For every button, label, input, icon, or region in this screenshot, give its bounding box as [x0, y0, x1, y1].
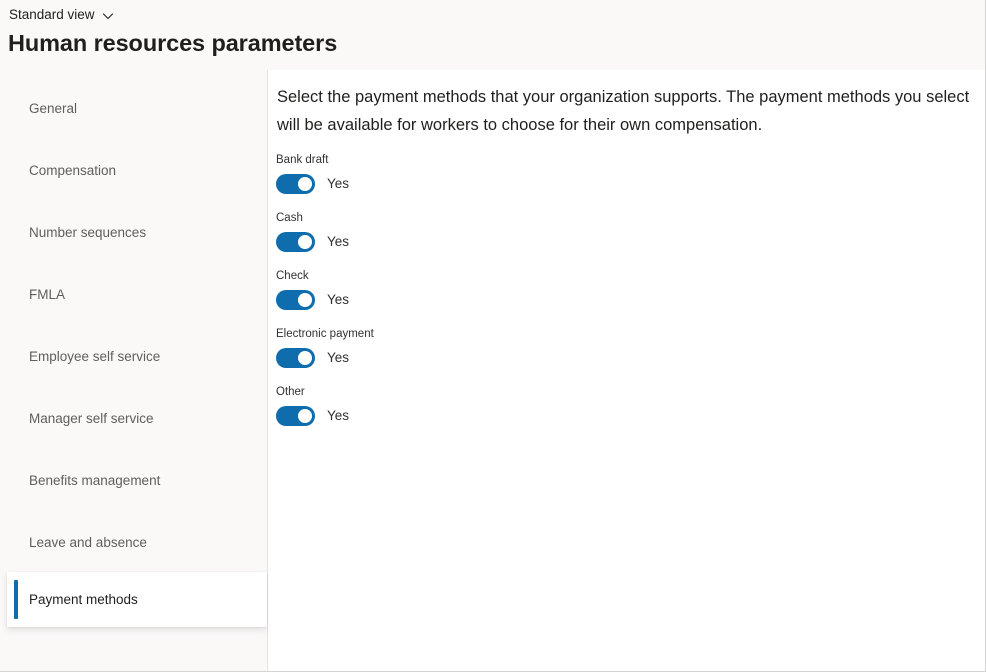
check-toggle[interactable] [276, 290, 315, 310]
sidebar-item-label: FMLA [29, 286, 66, 302]
sidebar-item-manager-self-service[interactable]: Manager self service [0, 391, 267, 446]
toggle-row: Yes [276, 173, 966, 195]
toggle-row: Yes [276, 405, 966, 427]
toggle-knob [298, 351, 312, 365]
toggle-value: Yes [327, 234, 350, 249]
electronic-payment-toggle[interactable] [276, 348, 315, 368]
field-check: Check Yes [276, 269, 966, 311]
toggle-row: Yes [276, 289, 966, 311]
sidebar-item-fmla[interactable]: FMLA [0, 267, 267, 322]
bank-draft-toggle[interactable] [276, 174, 315, 194]
sidebar-item-label: Employee self service [29, 348, 161, 364]
content-panel: Select the payment methods that your org… [268, 70, 985, 671]
toggle-row: Yes [276, 231, 966, 253]
field-bank-draft: Bank draft Yes [276, 153, 966, 195]
sidebar-item-benefits-management[interactable]: Benefits management [0, 453, 267, 508]
view-selector-label: Standard view [9, 7, 95, 22]
sidebar-item-label: General [29, 100, 78, 116]
content-description: Select the payment methods that your org… [277, 88, 970, 134]
field-other: Other Yes [276, 385, 966, 427]
field-label: Electronic payment [276, 328, 374, 340]
sidebar-item-payment-methods[interactable]: Payment methods [7, 572, 267, 627]
field-label: Bank draft [276, 154, 329, 166]
sidebar: General Compensation Number sequences FM… [0, 70, 268, 671]
field-electronic-payment: Electronic payment Yes [276, 327, 966, 369]
toggle-knob [298, 293, 312, 307]
sidebar-item-leave-and-absence[interactable]: Leave and absence [0, 515, 267, 570]
selected-accent-bar [14, 580, 18, 619]
application-window: Standard view Human resources parameters… [0, 0, 986, 672]
page-header: Standard view Human resources parameters [0, 0, 985, 70]
toggle-value: Yes [327, 350, 350, 365]
sidebar-item-label: Compensation [29, 162, 117, 178]
toggle-row: Yes [276, 347, 966, 369]
payment-methods-fields: Bank draft Yes Cash Yes Check Yes Electr… [276, 153, 966, 443]
sidebar-item-label: Payment methods [29, 591, 138, 607]
page-title: Human resources parameters [8, 30, 338, 56]
toggle-knob [298, 409, 312, 423]
toggle-knob [298, 235, 312, 249]
cash-toggle[interactable] [276, 232, 315, 252]
sidebar-item-compensation[interactable]: Compensation [0, 143, 267, 198]
field-label: Check [276, 270, 309, 282]
field-label: Cash [276, 212, 303, 224]
toggle-knob [298, 177, 312, 191]
toggle-value: Yes [327, 408, 350, 423]
sidebar-item-label: Manager self service [29, 410, 154, 426]
field-label: Other [276, 386, 305, 398]
toggle-value: Yes [327, 176, 350, 191]
sidebar-item-label: Number sequences [29, 224, 147, 240]
sidebar-item-label: Benefits management [29, 472, 161, 488]
sidebar-item-label: Leave and absence [29, 534, 147, 550]
field-cash: Cash Yes [276, 211, 966, 253]
other-toggle[interactable] [276, 406, 315, 426]
page-body: General Compensation Number sequences FM… [0, 70, 985, 671]
view-selector[interactable]: Standard view [9, 6, 114, 24]
sidebar-item-number-sequences[interactable]: Number sequences [0, 205, 267, 260]
chevron-down-icon [102, 10, 114, 22]
sidebar-item-general[interactable]: General [0, 81, 267, 136]
toggle-value: Yes [327, 292, 350, 307]
sidebar-item-employee-self-service[interactable]: Employee self service [0, 329, 267, 384]
